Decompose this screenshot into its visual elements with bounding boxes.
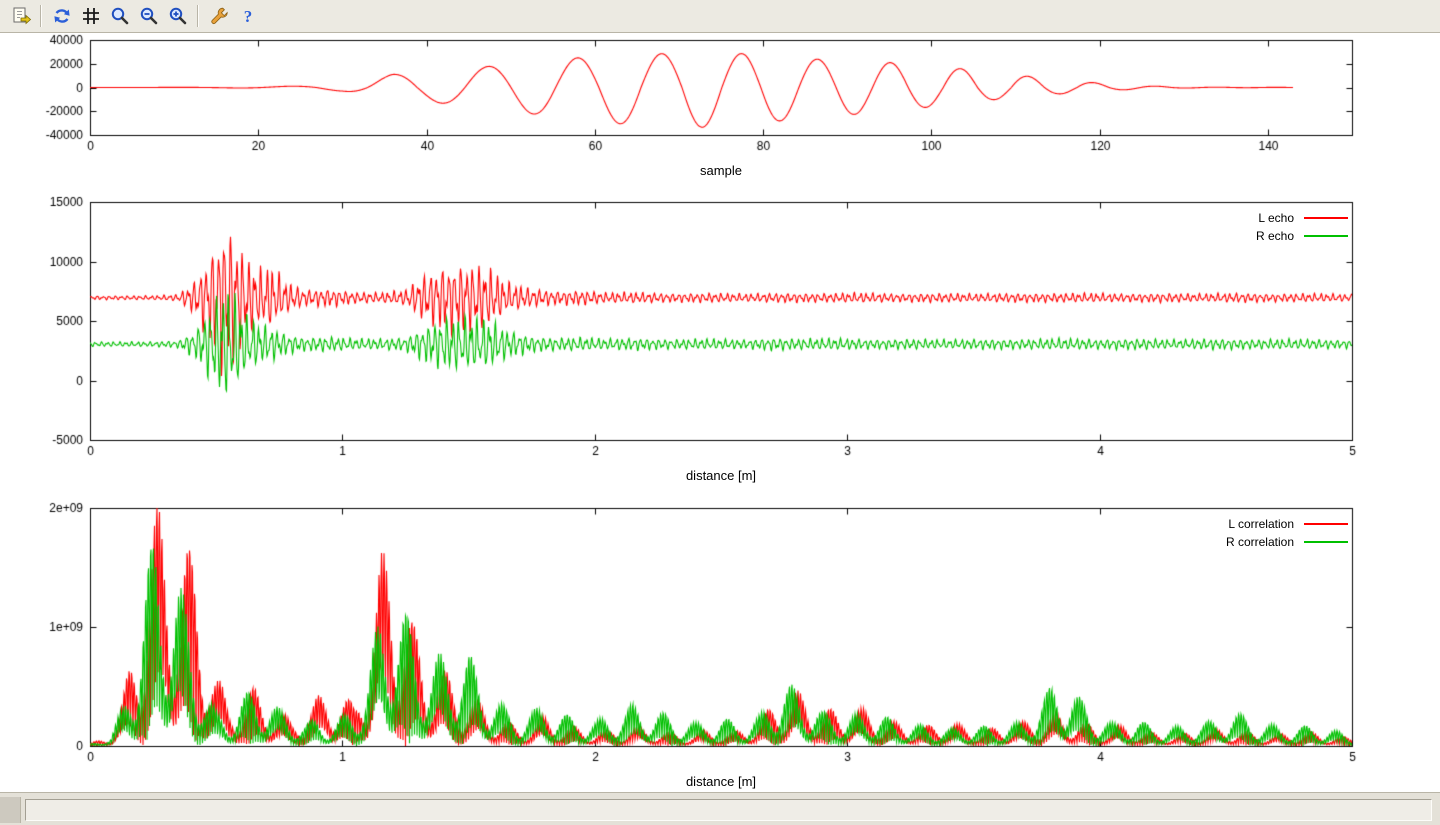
help-button[interactable]: ? xyxy=(234,3,261,30)
zoom-next-button[interactable] xyxy=(164,3,191,30)
legend-label: R correlation xyxy=(1226,535,1294,549)
svg-text:?: ? xyxy=(243,7,252,26)
chart3-xaxis-label: distance [m] xyxy=(90,774,1352,789)
legend-label: L correlation xyxy=(1228,517,1294,531)
wrench-icon xyxy=(208,5,230,27)
grid-icon xyxy=(80,5,102,27)
status-text xyxy=(25,799,1432,821)
charts-canvas[interactable] xyxy=(0,33,1440,792)
legend-entry: L correlation xyxy=(1228,517,1348,531)
legend-line-sample xyxy=(1304,541,1348,543)
legend-entry: L echo xyxy=(1258,211,1348,225)
legend-label: L echo xyxy=(1258,211,1294,225)
magnifier-minus-icon xyxy=(138,5,160,27)
legend-line-sample xyxy=(1304,217,1348,219)
copy-plot-button[interactable] xyxy=(7,3,34,30)
chart2-legend: L echo R echo xyxy=(1256,211,1348,243)
settings-button[interactable] xyxy=(205,3,232,30)
zoom-button[interactable] xyxy=(106,3,133,30)
chart2-xaxis-label: distance [m] xyxy=(90,468,1352,483)
plot-area: sample distance [m] distance [m] L echo … xyxy=(0,33,1440,792)
help-icon: ? xyxy=(237,5,259,27)
chart1-xaxis-label: sample xyxy=(90,163,1352,178)
legend-line-sample xyxy=(1304,235,1348,237)
grid-toggle-button[interactable] xyxy=(77,3,104,30)
toolbar-separator xyxy=(197,5,199,27)
chart3-legend: L correlation R correlation xyxy=(1226,517,1348,549)
gnuplot-window: ? sample distance [m] distance [m] L ech… xyxy=(0,0,1440,825)
copy-icon xyxy=(10,5,32,27)
replot-button[interactable] xyxy=(48,3,75,30)
refresh-icon xyxy=(51,5,73,27)
legend-line-sample xyxy=(1304,523,1348,525)
status-bar xyxy=(0,792,1440,825)
status-corner-panel xyxy=(0,797,21,823)
magnifier-icon xyxy=(109,5,131,27)
legend-entry: R correlation xyxy=(1226,535,1348,549)
legend-label: R echo xyxy=(1256,229,1294,243)
toolbar: ? xyxy=(0,0,1440,33)
toolbar-separator xyxy=(40,5,42,27)
legend-entry: R echo xyxy=(1256,229,1348,243)
magnifier-plus-icon xyxy=(167,5,189,27)
zoom-previous-button[interactable] xyxy=(135,3,162,30)
